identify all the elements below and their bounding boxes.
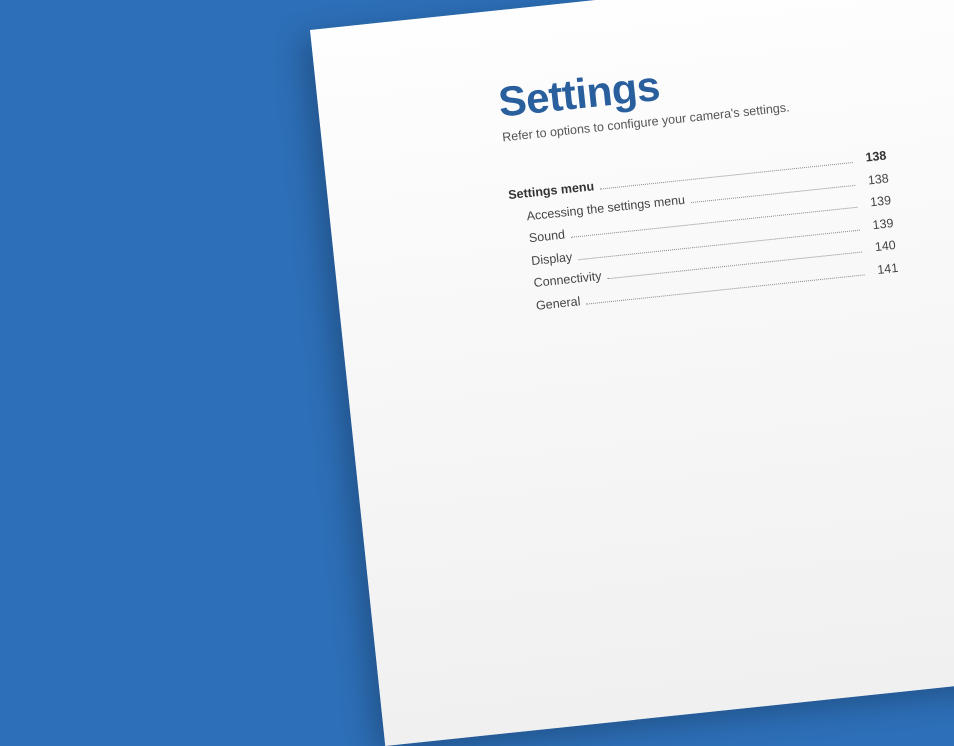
document-page: Settings Refer to options to configure y…: [310, 0, 954, 746]
toc-item-page: 141: [869, 256, 899, 281]
toc-item-page: 140: [867, 234, 897, 259]
toc-item-label: General: [519, 290, 582, 319]
toc-item-page: 139: [862, 189, 892, 214]
table-of-contents: Settings menu 138 Accessing the settings…: [507, 145, 899, 319]
toc-item-page: 139: [864, 212, 894, 237]
toc-section-page: 138: [857, 145, 887, 170]
toc-item-page: 138: [860, 167, 890, 192]
